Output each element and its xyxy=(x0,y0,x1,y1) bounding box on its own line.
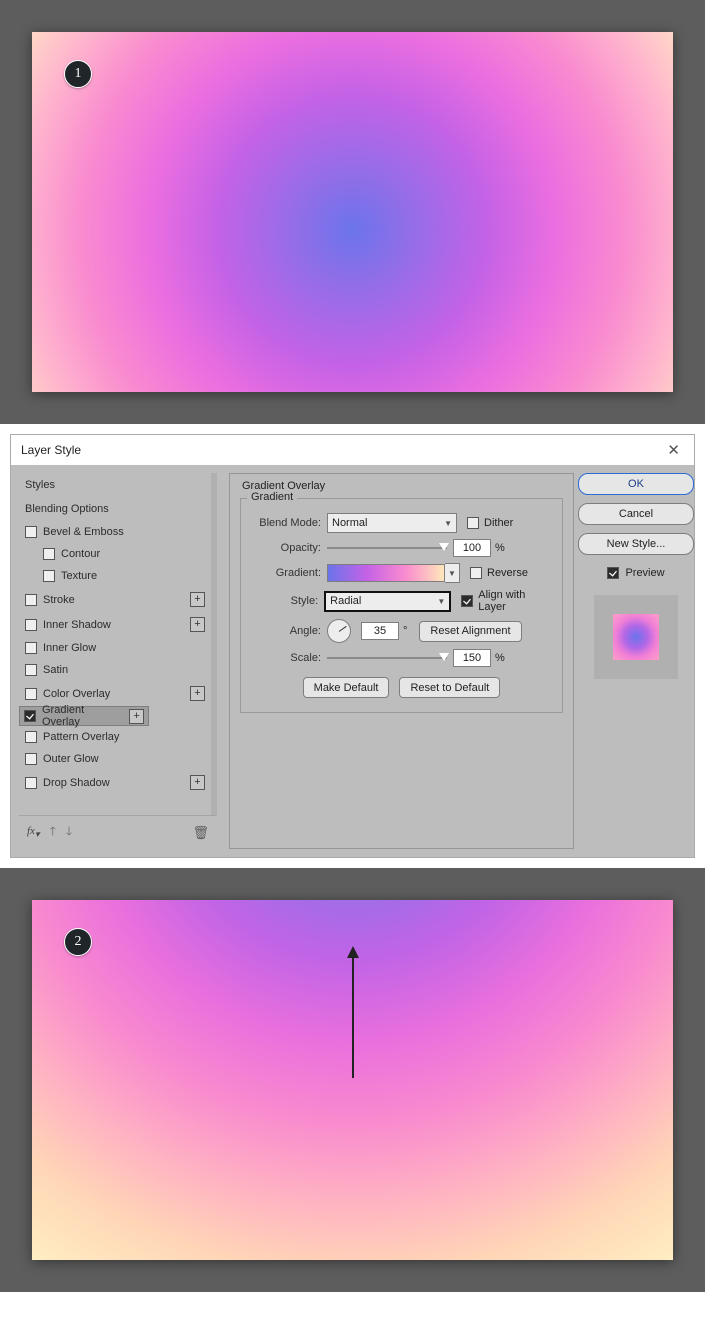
plus-icon[interactable]: + xyxy=(190,592,205,607)
sidebar-item-outer-glow[interactable]: Outer Glow xyxy=(19,748,211,770)
cancel-button[interactable]: Cancel xyxy=(578,503,694,525)
gradient-preview-2: 2 xyxy=(32,900,673,1260)
plus-icon[interactable]: + xyxy=(190,617,205,632)
chevron-down-icon: ▼ xyxy=(448,569,456,578)
panel-1-frame: 1 xyxy=(0,0,705,424)
fieldset-title: Gradient xyxy=(247,491,297,503)
opacity-value[interactable]: 100 xyxy=(453,539,491,557)
make-default-button[interactable]: Make Default xyxy=(303,677,390,698)
sidebar-item-inner-glow[interactable]: Inner Glow xyxy=(19,637,211,659)
preview-swatch xyxy=(613,614,659,660)
effects-sidebar: Styles Blending Options Bevel & Emboss C… xyxy=(19,473,217,849)
plus-icon[interactable]: + xyxy=(190,775,205,790)
align-checkbox[interactable]: Align with Layer xyxy=(461,589,552,613)
chevron-down-icon: ▼ xyxy=(444,519,452,528)
sidebar-item-styles[interactable]: Styles xyxy=(19,473,211,497)
new-style-button[interactable]: New Style... xyxy=(578,533,694,555)
plus-icon[interactable]: + xyxy=(129,709,144,724)
sidebar-item-texture[interactable]: Texture xyxy=(19,565,211,587)
sidebar-item-pattern-overlay[interactable]: Pattern Overlay xyxy=(19,726,211,748)
preview-checkbox[interactable]: Preview xyxy=(607,567,664,579)
arrow-down-icon[interactable]: 🡓 xyxy=(66,822,72,843)
sidebar-item-blending[interactable]: Blending Options xyxy=(19,497,211,521)
checkbox-icon[interactable] xyxy=(25,594,37,606)
sidebar-item-inner-shadow[interactable]: Inner Shadow+ xyxy=(19,612,211,637)
panel-2-frame: 2 xyxy=(0,868,705,1292)
sidebar-item-bevel[interactable]: Bevel & Emboss xyxy=(19,521,211,543)
sidebar-item-contour[interactable]: Contour xyxy=(19,543,211,565)
gradient-preview-1: 1 xyxy=(32,32,673,392)
label-opacity: Opacity: xyxy=(251,542,327,554)
label-angle: Angle: xyxy=(251,625,327,637)
angle-value[interactable]: 35 xyxy=(361,622,399,640)
arrow-up-icon[interactable]: 🡑 xyxy=(50,822,56,843)
style-select[interactable]: Radial▼ xyxy=(324,591,451,612)
checkbox-icon[interactable] xyxy=(25,777,37,789)
checkbox-icon[interactable] xyxy=(25,731,37,743)
sidebar-item-stroke[interactable]: Stroke+ xyxy=(19,587,211,612)
blend-mode-select[interactable]: Normal▼ xyxy=(327,513,457,533)
checkbox-icon[interactable] xyxy=(25,642,37,654)
checkbox-icon[interactable] xyxy=(25,526,37,538)
reset-alignment-button[interactable]: Reset Alignment xyxy=(419,621,521,642)
chevron-down-icon: ▼ xyxy=(437,597,445,606)
label-gradient: Gradient: xyxy=(251,567,327,579)
settings-panel: Gradient Overlay Gradient Blend Mode: No… xyxy=(229,473,574,849)
plus-icon[interactable]: + xyxy=(190,686,205,701)
sidebar-footer: fx▾ 🡑 🡓 🗑 xyxy=(19,815,217,849)
checkbox-icon[interactable] xyxy=(25,664,37,676)
trash-icon[interactable]: 🗑 xyxy=(192,825,209,841)
scale-value[interactable]: 150 xyxy=(453,649,491,667)
sidebar-item-color-overlay[interactable]: Color Overlay+ xyxy=(19,681,211,706)
label-style: Style: xyxy=(251,595,324,607)
preview-box xyxy=(594,595,678,679)
arrow-annotation xyxy=(347,946,359,1078)
gradient-dropdown[interactable]: ▼ xyxy=(445,563,460,583)
dialog-titlebar[interactable]: Layer Style ✕ xyxy=(11,435,694,465)
checkbox-icon[interactable] xyxy=(25,688,37,700)
scale-slider[interactable] xyxy=(327,651,447,665)
layer-style-dialog: Layer Style ✕ Styles Blending Options Be… xyxy=(10,434,695,858)
close-icon[interactable]: ✕ xyxy=(663,441,684,459)
label-scale: Scale: xyxy=(251,652,327,664)
sidebar-item-drop-shadow[interactable]: Drop Shadow+ xyxy=(19,770,211,795)
gradient-swatch[interactable] xyxy=(327,564,445,582)
checkbox-icon[interactable] xyxy=(24,710,36,722)
sidebar-item-satin[interactable]: Satin xyxy=(19,659,211,681)
sidebar-item-gradient-overlay[interactable]: Gradient Overlay+ xyxy=(19,706,149,726)
checkbox-icon[interactable] xyxy=(43,548,55,560)
reverse-checkbox[interactable]: Reverse xyxy=(470,567,528,579)
step-badge-2: 2 xyxy=(64,928,92,956)
dialog-actions: OK Cancel New Style... Preview xyxy=(586,473,686,849)
ok-button[interactable]: OK xyxy=(578,473,694,495)
checkbox-icon[interactable] xyxy=(25,753,37,765)
checkbox-icon[interactable] xyxy=(25,619,37,631)
label-blend-mode: Blend Mode: xyxy=(251,517,327,529)
opacity-slider[interactable] xyxy=(327,541,447,555)
dither-checkbox[interactable]: Dither xyxy=(467,517,513,529)
step-badge-1: 1 xyxy=(64,60,92,88)
reset-default-button[interactable]: Reset to Default xyxy=(399,677,500,698)
dialog-title: Layer Style xyxy=(21,443,81,457)
angle-dial[interactable] xyxy=(327,619,351,643)
checkbox-icon[interactable] xyxy=(43,570,55,582)
fx-label[interactable]: fx▾ xyxy=(27,825,40,840)
